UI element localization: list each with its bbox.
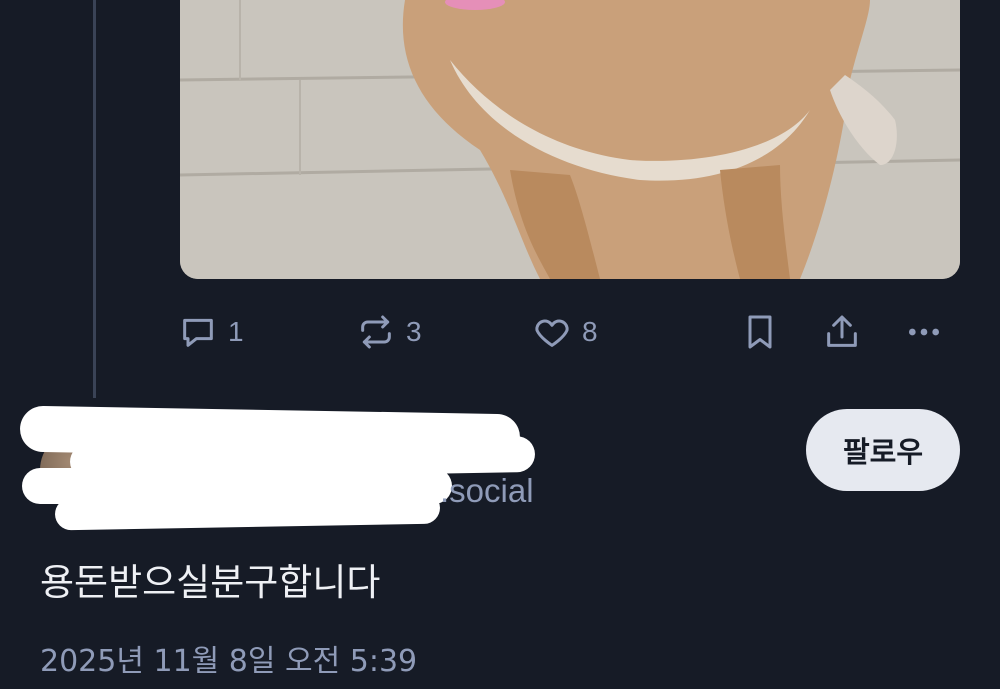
follow-button[interactable]: 팔로우: [806, 409, 960, 491]
repost-icon: [361, 315, 391, 349]
post-text: 용돈받으실분구합니다: [40, 561, 381, 604]
post-actions: 1 3 8: [0, 308, 1000, 356]
share-icon: [827, 315, 857, 347]
repost-count: 3: [406, 316, 422, 347]
redaction-mark: [54, 491, 441, 531]
share-button[interactable]: [822, 308, 862, 356]
like-button[interactable]: 8: [532, 308, 598, 356]
reply-icon: [183, 318, 213, 347]
bookmark-button[interactable]: [740, 308, 780, 356]
post-image[interactable]: [180, 0, 960, 279]
more-options-button[interactable]: [904, 308, 944, 356]
post-timestamp: 2025년 11월 8일 오전 5:39: [40, 644, 418, 679]
bookmark-icon: [748, 315, 772, 349]
reply-button[interactable]: 1: [178, 308, 244, 356]
more-icon: [909, 328, 939, 336]
dog-photo-illustration: [180, 0, 960, 279]
reply-count: 1: [228, 316, 244, 347]
author-handle[interactable]: .social: [440, 472, 534, 510]
like-icon: [535, 319, 569, 347]
repost-button[interactable]: 3: [356, 308, 422, 356]
like-count: 8: [582, 316, 598, 347]
